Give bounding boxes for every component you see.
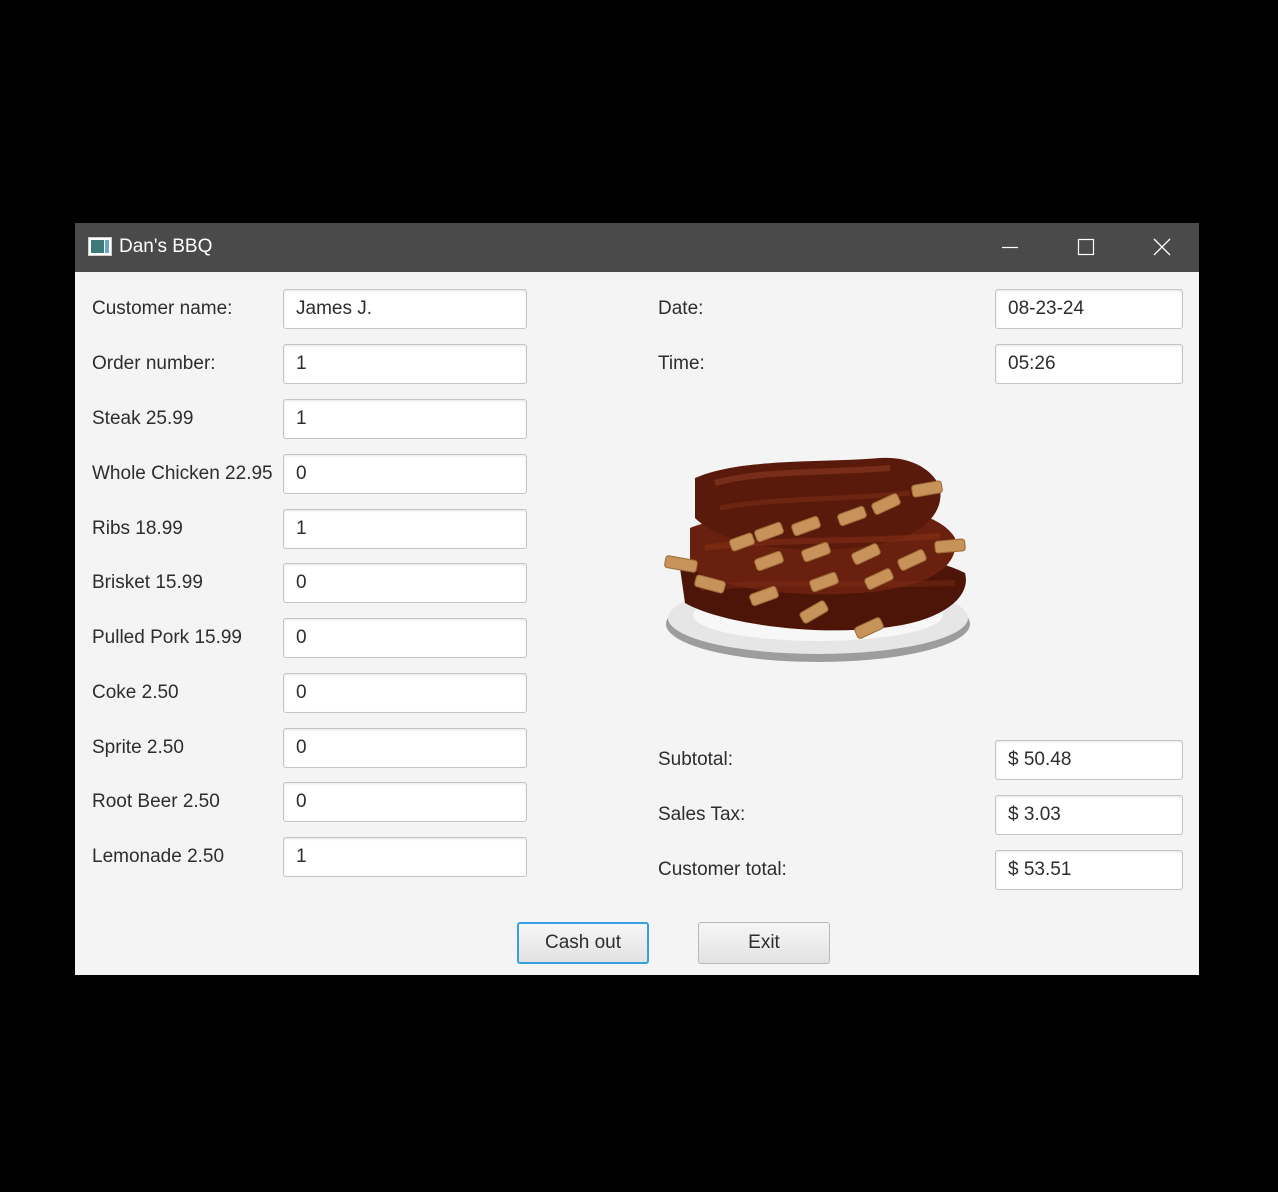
order-number-label: Order number: (92, 353, 216, 374)
time-label: Time: (658, 353, 705, 374)
ribs-quantity-field[interactable] (283, 509, 527, 549)
brisket-label: Brisket 15.99 (92, 572, 203, 593)
date-label: Date: (658, 298, 704, 319)
root-beer-label: Root Beer 2.50 (92, 791, 220, 812)
sprite-quantity-field[interactable] (283, 728, 527, 768)
date-field[interactable] (995, 289, 1183, 329)
app-icon (88, 237, 112, 257)
order-number-field[interactable] (283, 344, 527, 384)
ribs-label: Ribs 18.99 (92, 518, 183, 539)
steak-quantity-field[interactable] (283, 399, 527, 439)
close-button[interactable] (1127, 223, 1197, 272)
lemonade-label: Lemonade 2.50 (92, 846, 225, 867)
customer-name-field[interactable] (283, 289, 527, 329)
root-beer-quantity-field[interactable] (283, 782, 527, 822)
subtotal-label: Subtotal: (658, 749, 733, 770)
cash-out-button[interactable]: Cash out (517, 922, 649, 964)
minimize-icon (1002, 246, 1018, 249)
whole-chicken-quantity-field[interactable] (283, 454, 527, 494)
sales-tax-field[interactable] (995, 795, 1183, 835)
title-bar[interactable]: Dan's BBQ (75, 223, 1199, 272)
subtotal-field[interactable] (995, 740, 1183, 780)
ribs-platter-image (664, 457, 970, 662)
sales-tax-label: Sales Tax: (658, 804, 746, 825)
sprite-label: Sprite 2.50 (92, 737, 184, 758)
window-title: Dan's BBQ (119, 236, 213, 257)
customer-name-label: Customer name: (92, 298, 233, 319)
customer-total-field[interactable] (995, 850, 1183, 890)
close-icon (1153, 238, 1171, 256)
coke-quantity-field[interactable] (283, 673, 527, 713)
time-field[interactable] (995, 344, 1183, 384)
whole-chicken-label: Whole Chicken 22.95 (92, 463, 273, 484)
customer-total-label: Customer total: (658, 859, 787, 880)
maximize-icon (1077, 238, 1095, 256)
brisket-quantity-field[interactable] (283, 563, 527, 603)
exit-button[interactable]: Exit (698, 922, 830, 964)
app-window: Dan's BBQ Customer name: Order number: S… (75, 223, 1199, 975)
minimize-button[interactable] (975, 223, 1045, 272)
lemonade-quantity-field[interactable] (283, 837, 527, 877)
maximize-button[interactable] (1051, 223, 1121, 272)
pulled-pork-label: Pulled Pork 15.99 (92, 627, 242, 648)
pulled-pork-quantity-field[interactable] (283, 618, 527, 658)
steak-label: Steak 25.99 (92, 408, 194, 429)
coke-label: Coke 2.50 (92, 682, 179, 703)
